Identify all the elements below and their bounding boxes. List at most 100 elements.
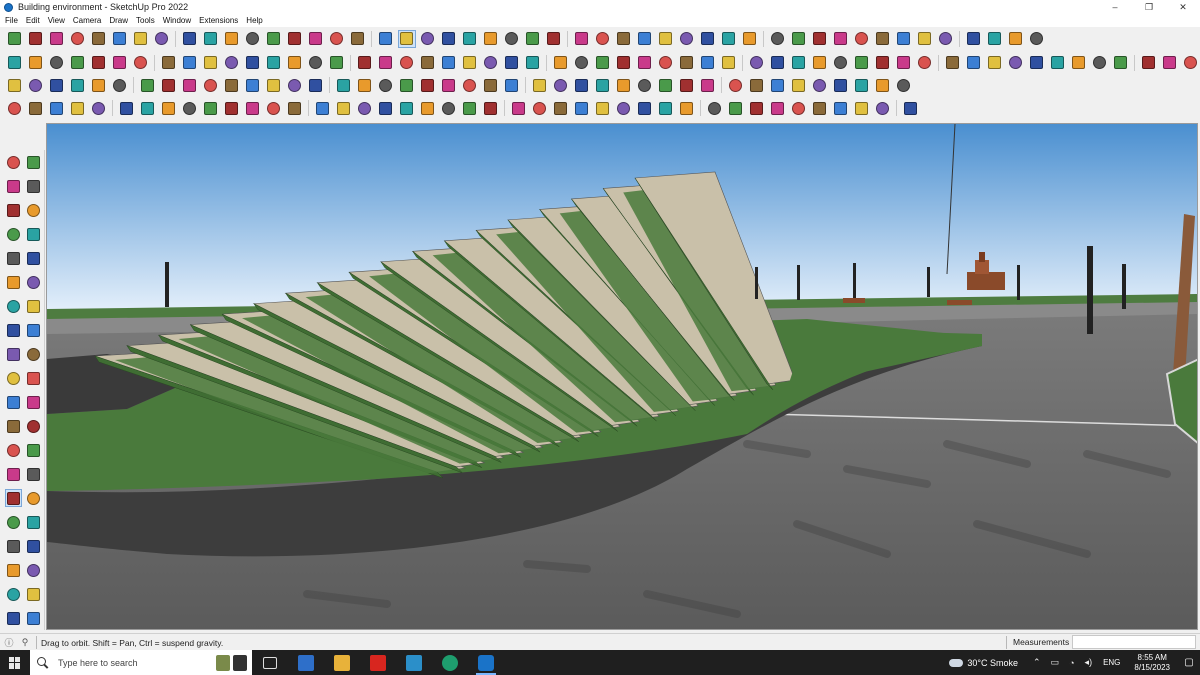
toolbar-tool-icon[interactable] — [769, 99, 787, 117]
toolbar-tool-icon[interactable] — [335, 99, 353, 117]
toolbar-tool-icon[interactable] — [937, 30, 955, 48]
toolbar-tool-icon[interactable] — [377, 76, 395, 94]
toolbar-tool-icon[interactable] — [69, 76, 87, 94]
toolbar-tool-icon[interactable] — [265, 76, 283, 94]
toolbar-tool-icon[interactable] — [265, 30, 283, 48]
toolbar-tool-icon[interactable] — [769, 76, 787, 94]
calculator-icon[interactable] — [288, 650, 324, 675]
toolbar-tool-icon[interactable] — [6, 54, 24, 72]
toolbar-tool-icon[interactable] — [1049, 54, 1067, 72]
component-icon[interactable] — [25, 153, 43, 171]
toolbar-tool-icon[interactable] — [727, 76, 745, 94]
toolbar-tool-icon[interactable] — [328, 30, 346, 48]
toolbar-tool-icon[interactable] — [853, 54, 871, 72]
toolbar-tool-icon[interactable] — [811, 30, 829, 48]
toolbar-tool-icon[interactable] — [377, 99, 395, 117]
arc-icon[interactable] — [5, 297, 23, 315]
toolbar-tool-icon[interactable] — [1112, 54, 1130, 72]
toolbar-tool-icon[interactable] — [111, 76, 129, 94]
menu-view[interactable]: View — [44, 16, 69, 25]
toolbar-tool-icon[interactable] — [615, 99, 633, 117]
menu-draw[interactable]: Draw — [105, 16, 132, 25]
toolbar-tool-icon[interactable] — [636, 30, 654, 48]
toolbar-tool-icon[interactable] — [503, 54, 521, 72]
toolbar-tool-icon[interactable] — [657, 54, 675, 72]
toolbar-tool-icon[interactable] — [307, 30, 325, 48]
task-view-icon[interactable] — [252, 650, 288, 675]
toolbar-tool-icon[interactable] — [139, 76, 157, 94]
toolbar-tool-icon[interactable] — [790, 54, 808, 72]
toolbar-tool-icon[interactable] — [202, 99, 220, 117]
toolbar-tool-icon[interactable] — [160, 99, 178, 117]
toolbar-tool-icon[interactable] — [853, 76, 871, 94]
toolbar-tool-icon[interactable] — [461, 99, 479, 117]
freehand-icon[interactable] — [25, 225, 43, 243]
toolbar-tool-icon[interactable] — [965, 30, 983, 48]
toolbar-tool-icon[interactable] — [573, 76, 591, 94]
toolbar-tool-icon[interactable] — [118, 99, 136, 117]
close-button[interactable]: ✕ — [1166, 0, 1200, 14]
text-icon[interactable] — [25, 441, 43, 459]
zoom-window-icon[interactable] — [25, 513, 43, 531]
toolbar-tool-icon[interactable] — [657, 99, 675, 117]
toolbar-tool-icon[interactable] — [503, 76, 521, 94]
notification-icon[interactable]: ▢ — [1178, 657, 1200, 668]
toolbar-tool-icon[interactable] — [531, 76, 549, 94]
toolbar-tool-icon[interactable] — [461, 54, 479, 72]
acrobat-icon[interactable] — [360, 650, 396, 675]
toolbar-tool-icon[interactable] — [965, 54, 983, 72]
menu-help[interactable]: Help — [242, 16, 266, 25]
toolbar-tool-icon[interactable] — [741, 30, 759, 48]
sketchup-taskbar-icon[interactable] — [468, 650, 504, 675]
toolbar-tool-icon[interactable] — [678, 99, 696, 117]
toolbar-tool-icon[interactable] — [594, 99, 612, 117]
toolbar-tool-icon[interactable] — [244, 30, 262, 48]
toolbar-tool-icon[interactable] — [181, 99, 199, 117]
tag-icon[interactable] — [5, 201, 23, 219]
toolbar-tool-icon[interactable] — [720, 54, 738, 72]
toolbar-tool-icon[interactable] — [657, 76, 675, 94]
toolbar-tool-icon[interactable] — [1070, 54, 1088, 72]
toolbar-tool-icon[interactable] — [573, 30, 591, 48]
3d-text-icon[interactable] — [25, 465, 43, 483]
eraser-icon[interactable] — [25, 177, 43, 195]
toolbar-tool-icon[interactable] — [286, 54, 304, 72]
toolbar-tool-icon[interactable] — [853, 30, 871, 48]
pan-icon[interactable] — [25, 489, 42, 507]
toolbar-tool-icon[interactable] — [377, 30, 395, 48]
toolbar-tool-icon[interactable] — [132, 30, 150, 48]
toolbar-tool-icon[interactable] — [727, 99, 745, 117]
scene-3d[interactable] — [47, 124, 1198, 630]
toolbar-tool-icon[interactable] — [202, 30, 220, 48]
toolbar-tool-icon[interactable] — [552, 76, 570, 94]
toolbar-tool-icon[interactable] — [419, 76, 437, 94]
toolbar-tool-icon[interactable] — [531, 99, 549, 117]
store-app-icon[interactable] — [396, 650, 432, 675]
toolbar-tool-icon[interactable] — [482, 54, 500, 72]
toolbar-tool-icon[interactable] — [397, 29, 416, 48]
toolbar-tool-icon[interactable] — [699, 30, 717, 48]
toolbar-tool-icon[interactable] — [461, 76, 479, 94]
toolbar-tool-icon[interactable] — [636, 99, 654, 117]
toolbar-tool-icon[interactable] — [874, 30, 892, 48]
sandbox-icon[interactable] — [5, 609, 23, 627]
toolbar-tool-icon[interactable] — [916, 30, 934, 48]
rotate-icon[interactable] — [5, 369, 23, 387]
toolbar-tool-icon[interactable] — [748, 99, 766, 117]
zoom-icon[interactable] — [5, 513, 23, 531]
toolbar-tool-icon[interactable] — [6, 30, 24, 48]
pencil-icon[interactable] — [25, 201, 43, 219]
circle-icon[interactable] — [5, 273, 23, 291]
toolbar-tool-icon[interactable] — [874, 99, 892, 117]
toolbar-tool-icon[interactable] — [139, 99, 157, 117]
toolbar-tool-icon[interactable] — [986, 54, 1004, 72]
toolbar-tool-icon[interactable] — [811, 54, 829, 72]
toolbar-tool-icon[interactable] — [1161, 54, 1179, 72]
toolbar-tool-icon[interactable] — [265, 54, 283, 72]
previous-view-icon[interactable] — [25, 537, 43, 555]
toolbar-tool-icon[interactable] — [636, 76, 654, 94]
move-icon[interactable] — [5, 345, 23, 363]
toolbar-tool-icon[interactable] — [832, 99, 850, 117]
toolbar-tool-icon[interactable] — [244, 54, 262, 72]
protractor-icon[interactable] — [5, 441, 23, 459]
